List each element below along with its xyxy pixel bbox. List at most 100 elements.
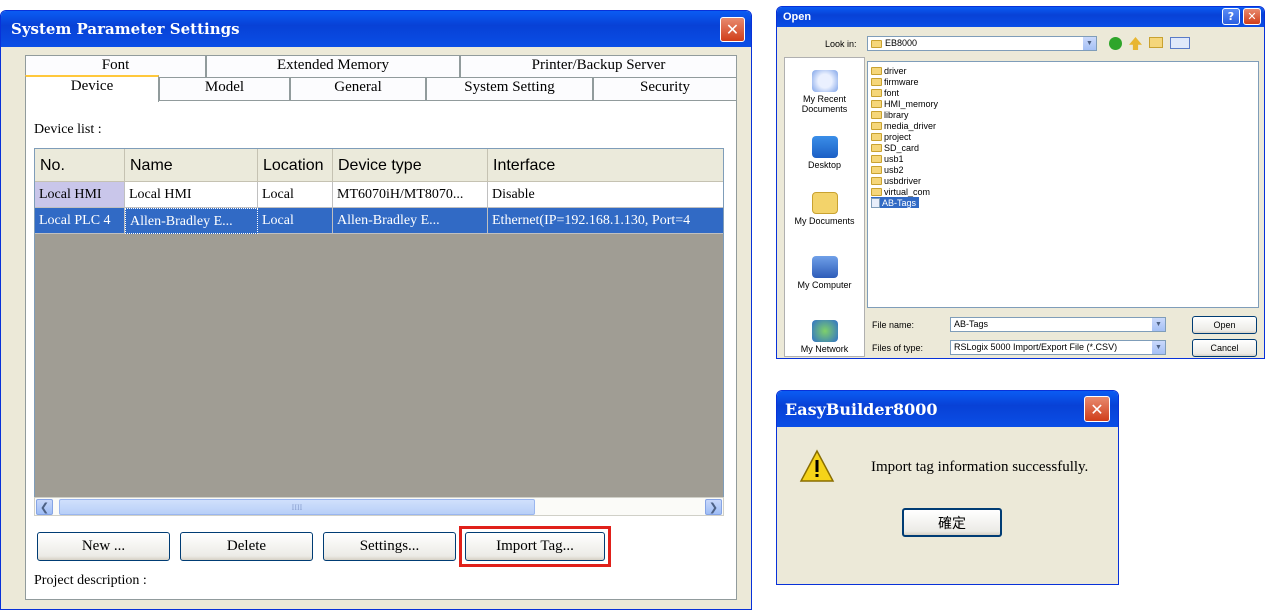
place-label: My Computer bbox=[797, 280, 852, 290]
table-row-cell[interactable]: Ethernet(IP=192.168.1.130, Port=4 bbox=[488, 208, 723, 234]
look-in-select[interactable]: EB8000 ▼ bbox=[867, 36, 1097, 51]
dialog-title: EasyBuilder8000 bbox=[785, 399, 938, 419]
folder-icon bbox=[871, 66, 882, 75]
table-row-cell[interactable]: Allen-Bradley E... bbox=[125, 208, 258, 234]
folder-icon bbox=[871, 88, 882, 97]
file-name-field[interactable]: AB-Tags ▼ bbox=[950, 317, 1166, 332]
table-row-cell[interactable]: Local bbox=[258, 208, 333, 234]
look-in-label: Look in: bbox=[825, 39, 857, 49]
chevron-down-icon: ▼ bbox=[1152, 318, 1165, 331]
tab-label: Font bbox=[101, 57, 130, 73]
dialog-title: Open bbox=[783, 11, 812, 23]
tab-label: Printer/Backup Server bbox=[531, 57, 666, 73]
list-item[interactable]: firmware bbox=[871, 76, 919, 87]
tab-font[interactable]: Font bbox=[25, 55, 206, 77]
ok-button[interactable]: 確定 bbox=[902, 508, 1002, 537]
list-item[interactable]: HMI_memory bbox=[871, 98, 938, 109]
place-label: Desktop bbox=[807, 160, 842, 170]
table-row-cell[interactable]: Local HMI bbox=[35, 182, 125, 208]
folder-icon bbox=[871, 176, 882, 185]
folder-icon bbox=[871, 77, 882, 86]
table-row-cell[interactable]: Allen-Bradley E... bbox=[333, 208, 488, 234]
views-menu-icon[interactable] bbox=[1170, 37, 1190, 49]
warning-icon bbox=[799, 449, 835, 482]
folder-name: HMI_memory bbox=[884, 98, 939, 109]
table-row-cell[interactable]: Local HMI bbox=[125, 182, 258, 208]
list-item[interactable]: SD_card bbox=[871, 142, 919, 153]
back-icon[interactable] bbox=[1109, 37, 1122, 50]
close-icon[interactable]: ✕ bbox=[1243, 8, 1261, 25]
list-item[interactable]: library bbox=[871, 109, 909, 120]
scrollbar-thumb[interactable]: IIII bbox=[59, 499, 535, 515]
place-my-network[interactable]: My Network bbox=[785, 320, 864, 354]
help-icon[interactable]: ? bbox=[1222, 8, 1240, 25]
folder-name: font bbox=[884, 87, 900, 98]
place-label: My Network bbox=[800, 344, 849, 354]
tab-general[interactable]: General bbox=[290, 77, 426, 101]
horizontal-scrollbar[interactable]: ❮ IIII ❯ bbox=[34, 497, 724, 516]
folder-icon bbox=[871, 132, 882, 141]
settings-button[interactable]: Settings... bbox=[323, 532, 456, 561]
tab-security[interactable]: Security bbox=[593, 77, 737, 101]
close-icon[interactable]: ✕ bbox=[1084, 396, 1110, 422]
table-row-cell[interactable]: Local PLC 4 bbox=[35, 208, 125, 234]
folder-icon bbox=[871, 39, 882, 48]
folder-icon bbox=[871, 154, 882, 163]
list-item[interactable]: virtual_com bbox=[871, 186, 930, 197]
column-header-name[interactable]: Name bbox=[125, 149, 258, 182]
column-header-device-type[interactable]: Device type bbox=[333, 149, 488, 182]
list-item[interactable]: usbdriver bbox=[871, 175, 921, 186]
dialog-title: System Parameter Settings bbox=[11, 20, 240, 38]
message-text: Import tag information successfully. bbox=[871, 459, 1089, 475]
scroll-left-icon[interactable]: ❮ bbox=[36, 499, 53, 515]
list-item[interactable]: media_driver bbox=[871, 120, 936, 131]
tab-device[interactable]: Device bbox=[25, 75, 159, 102]
folder-name: library bbox=[884, 109, 909, 120]
column-header-location[interactable]: Location bbox=[258, 149, 333, 182]
close-icon[interactable]: ✕ bbox=[720, 17, 745, 42]
list-item[interactable]: driver bbox=[871, 65, 907, 76]
scroll-right-icon[interactable]: ❯ bbox=[705, 499, 722, 515]
cancel-button[interactable]: Cancel bbox=[1192, 339, 1257, 357]
desktop-icon bbox=[811, 136, 838, 158]
list-item[interactable]: usb1 bbox=[871, 153, 904, 164]
tab-label: Security bbox=[640, 79, 690, 95]
place-my-computer[interactable]: My Computer bbox=[785, 256, 864, 290]
new-button[interactable]: New ... bbox=[37, 532, 170, 561]
delete-button[interactable]: Delete bbox=[180, 532, 313, 561]
files-of-type-select[interactable]: RSLogix 5000 Import/Export File (*.CSV) … bbox=[950, 340, 1166, 355]
file-name-label: File name: bbox=[872, 320, 915, 330]
table-row-cell[interactable]: MT6070iH/MT8070... bbox=[333, 182, 488, 208]
column-header-no[interactable]: No. bbox=[35, 149, 125, 182]
list-item[interactable]: project bbox=[871, 131, 911, 142]
file-name: AB-Tags bbox=[882, 197, 917, 208]
tab-label: Extended Memory bbox=[276, 57, 390, 73]
folder-icon bbox=[871, 110, 882, 119]
list-item[interactable]: usb2 bbox=[871, 164, 904, 175]
table-row-cell[interactable]: Local bbox=[258, 182, 333, 208]
device-list-table[interactable]: No. Name Location Device type Interface … bbox=[34, 148, 724, 516]
new-folder-icon[interactable] bbox=[1149, 37, 1163, 48]
easybuilder-message-dialog: EasyBuilder8000 ✕ Import tag information… bbox=[776, 390, 1119, 585]
place-desktop[interactable]: Desktop bbox=[785, 136, 864, 170]
folder-name: virtual_com bbox=[884, 186, 931, 197]
open-button[interactable]: Open bbox=[1192, 316, 1257, 334]
place-my-documents[interactable]: My Documents bbox=[785, 192, 864, 226]
up-folder-icon[interactable] bbox=[1129, 37, 1142, 50]
folder-icon bbox=[871, 165, 882, 174]
tab-model[interactable]: Model bbox=[159, 77, 290, 101]
tab-extended-memory[interactable]: Extended Memory bbox=[206, 55, 460, 77]
place-my-recent-documents[interactable]: My Recent Documents bbox=[785, 70, 864, 114]
folder-name: usb1 bbox=[884, 153, 904, 164]
list-item-selected[interactable]: AB-Tags bbox=[871, 197, 920, 208]
title-bar: System Parameter Settings ✕ bbox=[1, 11, 751, 47]
folder-name: media_driver bbox=[884, 120, 937, 131]
tab-system-setting[interactable]: System Setting bbox=[426, 77, 593, 101]
list-item[interactable]: font bbox=[871, 87, 899, 98]
table-row-cell[interactable]: Disable bbox=[488, 182, 723, 208]
file-list[interactable]: driver firmware font HMI_memory library … bbox=[867, 61, 1259, 308]
tab-printer-backup-server[interactable]: Printer/Backup Server bbox=[460, 55, 737, 77]
folder-icon bbox=[871, 187, 882, 196]
column-header-interface[interactable]: Interface bbox=[488, 149, 723, 182]
file-icon bbox=[871, 197, 880, 208]
